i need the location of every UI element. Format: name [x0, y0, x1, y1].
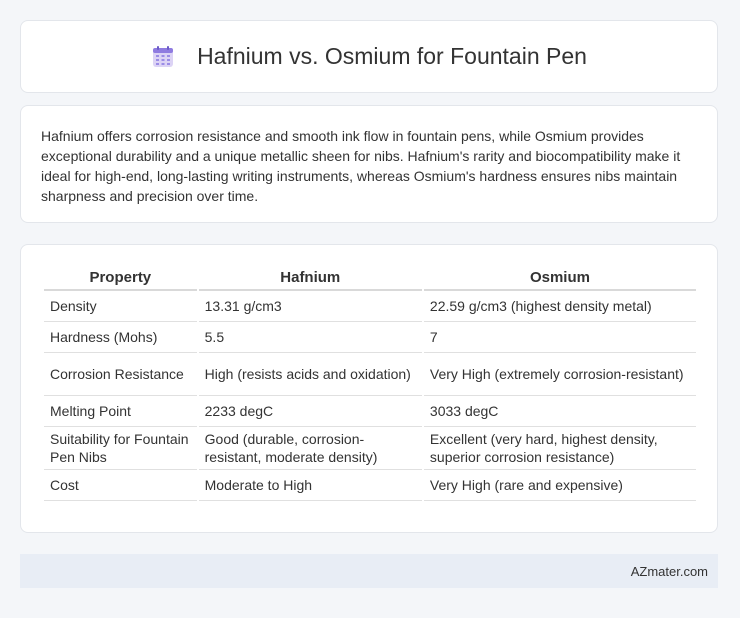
hafnium-cell: Good (durable, corrosion-resistant, mode… [198, 427, 422, 470]
osmium-cell: 22.59 g/cm3 (highest density metal) [423, 291, 696, 322]
osmium-cell: 3033 degC [423, 396, 696, 427]
description-card: Hafnium offers corrosion resistance and … [20, 105, 718, 223]
hafnium-cell: 2233 degC [198, 396, 422, 427]
property-cell: Melting Point [44, 396, 197, 427]
property-cell: Cost [44, 470, 197, 501]
property-cell: Density [44, 291, 197, 322]
property-cell: Hardness (Mohs) [44, 322, 197, 353]
comparison-card: Property Hafnium Osmium Density 13.31 g/… [20, 244, 718, 533]
hafnium-cell: 13.31 g/cm3 [198, 291, 422, 322]
title-card: Hafnium vs. Osmium for Fountain Pen [20, 20, 718, 93]
osmium-cell: Very High (rare and expensive) [423, 470, 696, 501]
table-header-row: Property Hafnium Osmium [44, 265, 696, 291]
page-title: Hafnium vs. Osmium for Fountain Pen [197, 43, 587, 69]
hafnium-cell: Moderate to High [198, 470, 422, 501]
osmium-cell: Excellent (very hard, highest density, s… [423, 427, 696, 470]
table-row: Suitability for Fountain Pen Nibs Good (… [44, 427, 696, 470]
hafnium-cell: High (resists acids and oxidation) [198, 353, 422, 396]
column-header-osmium: Osmium [423, 265, 696, 291]
osmium-cell: 7 [423, 322, 696, 353]
column-header-hafnium: Hafnium [198, 265, 422, 291]
hafnium-cell: 5.5 [198, 322, 422, 353]
table-row: Melting Point 2233 degC 3033 degC [44, 396, 696, 427]
property-cell: Corrosion Resistance [44, 353, 197, 396]
comparison-table: Property Hafnium Osmium Density 13.31 g/… [42, 265, 698, 501]
table-row: Corrosion Resistance High (resists acids… [44, 353, 696, 396]
osmium-cell: Very High (extremely corrosion-resistant… [423, 353, 696, 396]
calendar-icon [153, 45, 174, 67]
table-row: Cost Moderate to High Very High (rare an… [44, 470, 696, 501]
footer: AZmater.com [20, 554, 718, 588]
table-row: Density 13.31 g/cm3 22.59 g/cm3 (highest… [44, 291, 696, 322]
footer-brand-link[interactable]: AZmater.com [631, 564, 708, 579]
table-row: Hardness (Mohs) 5.5 7 [44, 322, 696, 353]
description-text: Hafnium offers corrosion resistance and … [41, 128, 681, 204]
column-header-property: Property [44, 265, 197, 291]
property-cell: Suitability for Fountain Pen Nibs [44, 427, 197, 470]
